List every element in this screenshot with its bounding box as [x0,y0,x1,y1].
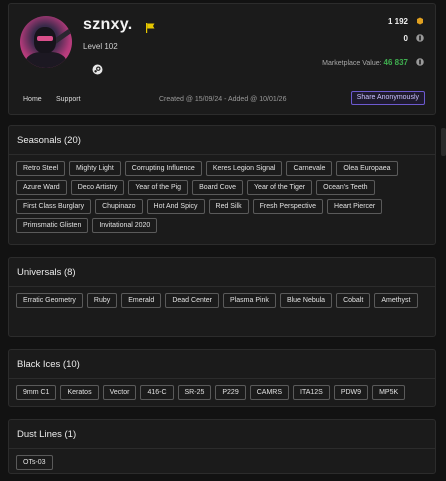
renown-value: 1 192 [387,17,408,26]
skin-chip[interactable]: Corrupting Influence [124,161,202,176]
skin-chip[interactable]: Board Cove [192,180,244,195]
nav-support[interactable]: Support [56,96,81,103]
skin-chip[interactable]: Blue Nebula [279,293,333,308]
skin-chip[interactable]: Cobalt [336,293,371,308]
nav-home[interactable]: Home [23,96,42,103]
renown-icon [417,17,423,25]
marketplace-label: Marketplace Value: [322,60,382,67]
skin-chip[interactable]: MP5K [372,385,406,400]
player-level: Level 102 [83,42,118,51]
created-date: Created @ 15/09/24 - Added @ 10/01/26 [159,96,287,103]
section-dust-lines: Dust Lines (1) OTs-03 [8,419,436,474]
share-anonymously-button[interactable]: Share Anonymously [350,91,425,105]
skin-list: Erratic Geometry Ruby Emerald Dead Center Pl… [16,293,428,308]
skin-chip[interactable]: Carnevale [286,161,333,176]
skin-chip[interactable]: Keres Legion Signal [205,161,283,176]
skin-chip[interactable]: Fresh Perspective [252,199,324,214]
skin-chip[interactable]: Erratic Geometry [16,293,83,308]
skin-list: 9mm C1 Keratos Vector 416-C SR-25 P229 CAMRS IT… [16,385,428,400]
skin-chip[interactable]: Red Silk [208,199,249,214]
skin-chip[interactable]: Deco Artistry [70,180,125,195]
section-seasonals: Seasonals (20) Retro Steel Mighty Light Co… [8,125,436,245]
skin-chip[interactable]: Dead Center [165,293,220,308]
skin-chip[interactable]: Ruby [86,293,118,308]
skin-chip[interactable]: Primsmatic Glisten [16,218,89,233]
marketplace-number: 46 837 [383,58,408,67]
marketplace-value: Marketplace Value: 46 837 [322,58,408,67]
scrollbar[interactable] [441,128,446,156]
skin-chip[interactable]: Mighty Light [69,161,121,176]
skin-list: Retro Steel Mighty Light Corrupting Influe… [16,161,428,233]
skin-chip[interactable]: ITA12S [293,385,330,400]
divider [9,448,435,449]
skin-chip[interactable]: P229 [215,385,246,400]
skin-chip[interactable]: Heart Piercer [327,199,383,214]
skin-chip[interactable]: 9mm C1 [16,385,57,400]
section-black-ices: Black Ices (10) 9mm C1 Keratos Vector 416-C… [8,349,436,407]
skin-chip[interactable]: First Class Burglary [16,199,92,214]
marketplace-credits-icon [416,58,424,66]
divider [9,378,435,379]
steam-icon[interactable] [92,64,103,75]
section-universals: Universals (8) Erratic Geometry Ruby Emera… [8,257,436,337]
credits-value: 0 [403,34,408,43]
skin-chip[interactable]: Retro Steel [16,161,66,176]
credits-icon [416,34,424,42]
skin-chip[interactable]: Ocean's Teeth [316,180,375,195]
skin-chip[interactable]: Year of the Tiger [247,180,313,195]
skin-chip[interactable]: Keratos [60,385,99,400]
skin-list: OTs-03 [16,455,428,470]
skin-chip[interactable]: Plasma Pink [223,293,276,308]
skin-chip[interactable]: Azure Ward [16,180,67,195]
skin-chip[interactable]: Vector [102,385,137,400]
skin-chip[interactable]: PDW9 [333,385,369,400]
skin-chip[interactable]: SR-25 [177,385,212,400]
section-title: Seasonals (20) [17,135,81,146]
flag-icon [146,23,155,33]
section-title: Dust Lines (1) [17,429,77,440]
skin-chip[interactable]: Amethyst [374,293,418,308]
skin-chip[interactable]: CAMRS [249,385,289,400]
skin-chip[interactable]: Olea Europaea [336,161,398,176]
section-title: Black Ices (10) [17,359,80,370]
divider [9,154,435,155]
avatar[interactable] [20,16,72,68]
skin-chip[interactable]: Year of the Pig [128,180,189,195]
section-title: Universals (8) [17,267,76,278]
username: sznxy. [83,16,133,33]
skin-chip[interactable]: OTs-03 [16,455,53,470]
skin-chip[interactable]: Hot And Spicy [146,199,205,214]
skin-chip[interactable]: Chupinazo [95,199,143,214]
skin-chip[interactable]: Emerald [121,293,162,308]
profile-card: sznxy. Level 102 1 192 0 Marketplace Val… [8,3,436,115]
skin-chip[interactable]: Invitational 2020 [92,218,158,233]
divider [9,286,435,287]
skin-chip[interactable]: 416-C [140,385,174,400]
